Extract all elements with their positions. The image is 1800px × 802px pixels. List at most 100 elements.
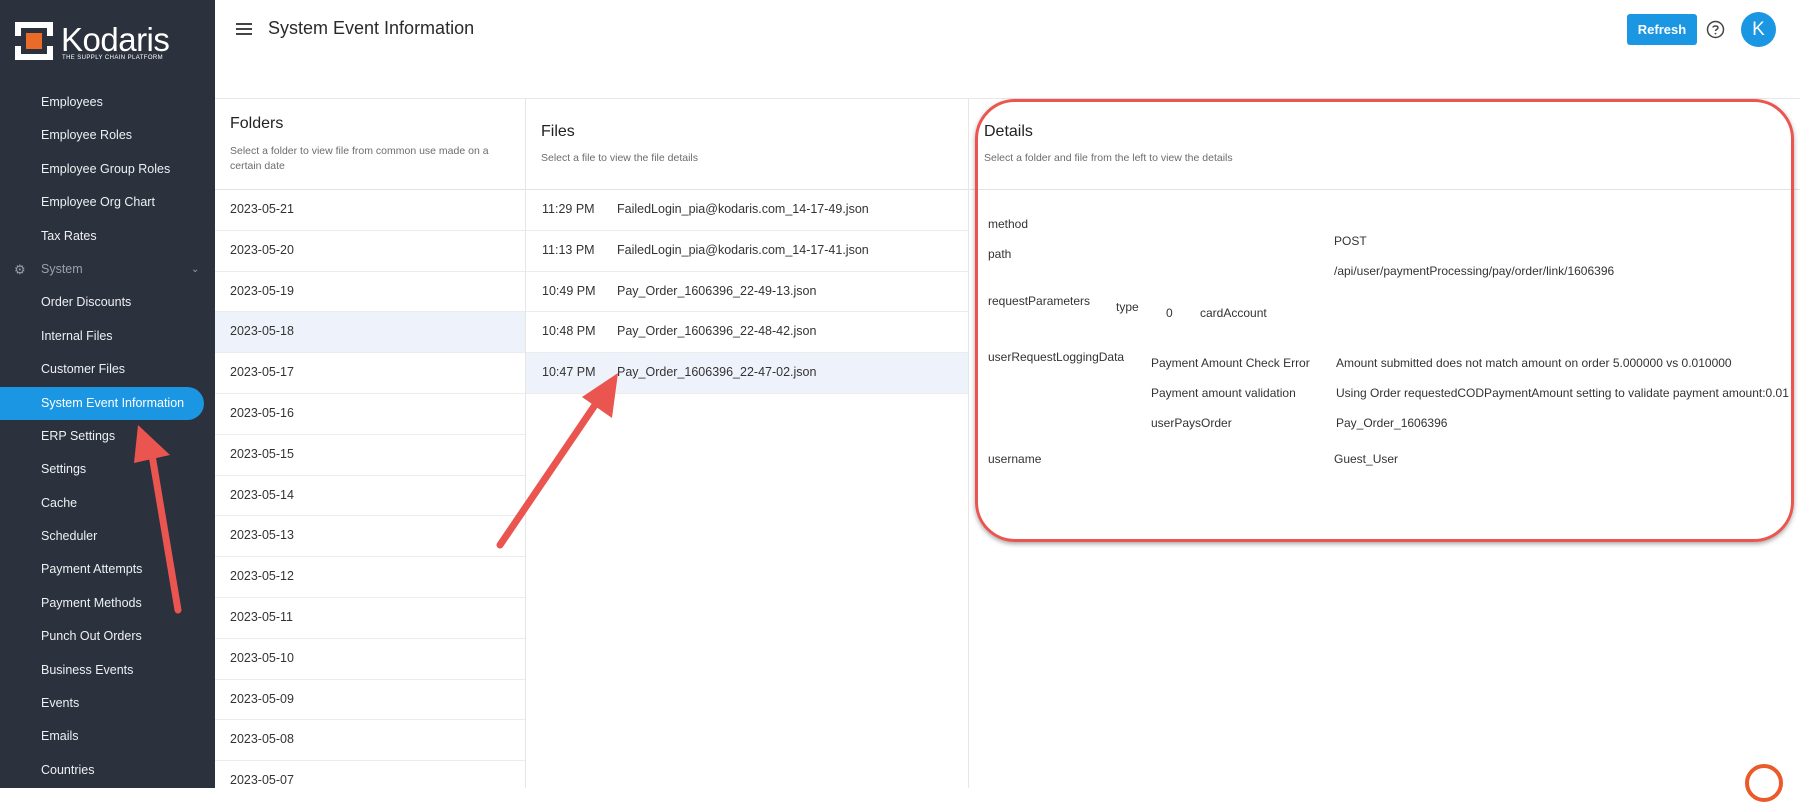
- folder-row[interactable]: 2023-05-07: [215, 761, 525, 788]
- refresh-button[interactable]: Refresh: [1627, 14, 1697, 45]
- sidebar-item-erp-settings[interactable]: ERP Settings: [0, 420, 215, 453]
- sidebar-item-cache[interactable]: Cache: [0, 487, 215, 520]
- chevron-down-icon[interactable]: ⌄: [191, 253, 199, 286]
- sidebar-item-internal-files[interactable]: Internal Files: [0, 320, 215, 353]
- files-subtitle: Select a file to view the file details: [541, 152, 698, 164]
- sidebar-item-label: Cache: [41, 495, 78, 510]
- folder-row[interactable]: 2023-05-20: [215, 231, 525, 272]
- file-time: 11:13 PM: [542, 242, 595, 257]
- sidebar-item-payment-methods[interactable]: Payment Methods: [0, 587, 215, 620]
- file-name: Pay_Order_1606396_22-49-13.json: [617, 283, 817, 298]
- folders-subtitle: Select a folder to view file from common…: [230, 145, 489, 172]
- sidebar-item-employee-group-roles[interactable]: Employee Group Roles: [0, 153, 215, 186]
- brand-name: Kodaris: [61, 21, 170, 58]
- sidebar: Kodaris THE SUPPLY CHAIN PLATFORM Employ…: [0, 0, 215, 788]
- sidebar-item-payment-attempts[interactable]: Payment Attempts: [0, 553, 215, 586]
- sidebar-item-scheduler[interactable]: Scheduler: [0, 520, 215, 553]
- folder-row[interactable]: 2023-05-21: [215, 190, 525, 231]
- sidebar-item-label: Employees: [41, 95, 103, 109]
- file-name: FailedLogin_pia@kodaris.com_14-17-41.jso…: [617, 242, 869, 257]
- folder-row[interactable]: 2023-05-16: [215, 394, 525, 435]
- folder-row[interactable]: 2023-05-09: [215, 680, 525, 721]
- folder-row[interactable]: 2023-05-18: [215, 312, 525, 354]
- sidebar-item-label: Employee Group Roles: [41, 161, 171, 176]
- sidebar-item-label: Internal Files: [41, 328, 113, 343]
- file-name: Pay_Order_1606396_22-47-02.json: [617, 365, 817, 380]
- folder-row[interactable]: 2023-05-15: [215, 435, 525, 476]
- details-panel: Details Select a folder and file from th…: [969, 99, 1800, 788]
- detail-logging-key-2: userPaysOrder: [1151, 416, 1232, 430]
- sidebar-item-emails[interactable]: Emails: [0, 720, 215, 753]
- files-panel: Files Select a file to view the file det…: [526, 99, 969, 788]
- help-icon[interactable]: [1706, 20, 1725, 39]
- sidebar-item-system-event-information[interactable]: System Event Information: [0, 386, 204, 420]
- sidebar-item-customer-files[interactable]: Customer Files: [0, 353, 215, 386]
- detail-value-method: POST: [1334, 234, 1367, 248]
- folder-row[interactable]: 2023-05-14: [215, 476, 525, 517]
- file-row[interactable]: 11:29 PM FailedLogin_pia@kodaris.com_14-1…: [526, 190, 968, 231]
- brand-tagline: THE SUPPLY CHAIN PLATFORM: [62, 55, 164, 61]
- file-name: Pay_Order_1606396_22-48-42.json: [617, 324, 817, 339]
- sidebar-item-label: System Event Information: [41, 395, 185, 410]
- folders-header: Folders Select a folder to view file fro…: [215, 99, 525, 190]
- sidebar-item-employee-roles[interactable]: Employee Roles: [0, 119, 215, 152]
- sidebar-item-label: Settings: [41, 462, 87, 477]
- file-row[interactable]: 10:47 PM Pay_Order_1606396_22-47-02.json: [526, 353, 968, 394]
- detail-key-path: path: [988, 247, 1012, 261]
- sidebar-item-label: System: [41, 261, 83, 276]
- folder-row[interactable]: 2023-05-11: [215, 598, 525, 639]
- sidebar-item-system[interactable]: ⚙ System ⌄: [0, 253, 215, 286]
- detail-value-type: cardAccount: [1200, 306, 1267, 320]
- top-bar: System Event Information Refresh K: [215, 0, 1800, 99]
- sidebar-item-label: ERP Settings: [41, 428, 116, 443]
- sidebar-item-label: Events: [41, 696, 80, 711]
- hamburger-menu-icon[interactable]: [233, 18, 255, 40]
- folder-row[interactable]: 2023-05-13: [215, 516, 525, 558]
- sidebar-item-order-discounts[interactable]: Order Discounts: [0, 286, 215, 319]
- sidebar-item-settings[interactable]: Settings: [0, 453, 215, 486]
- gear-icon: ⚙: [14, 261, 26, 277]
- files-header: Files Select a file to view the file det…: [526, 99, 968, 190]
- sidebar-item-label: Countries: [41, 762, 95, 777]
- sidebar-item-business-events[interactable]: Business Events: [0, 654, 215, 687]
- sidebar-item-employee-org-chart[interactable]: Employee Org Chart: [0, 186, 215, 219]
- chat-widget-icon[interactable]: [1745, 764, 1783, 802]
- detail-value-path: /api/user/paymentProcessing/pay/order/li…: [1334, 264, 1615, 278]
- sidebar-item-employees[interactable]: Employees: [0, 86, 215, 119]
- sidebar-item-punch-out-orders[interactable]: Punch Out Orders: [0, 620, 215, 653]
- sidebar-item-label: Tax Rates: [41, 228, 97, 243]
- file-row[interactable]: 11:13 PM FailedLogin_pia@kodaris.com_14-1…: [526, 231, 968, 272]
- file-row[interactable]: 10:49 PM Pay_Order_1606396_22-49-13.json: [526, 272, 968, 313]
- detail-logging-key-1: Payment amount validation: [1151, 386, 1296, 400]
- file-row[interactable]: 10:48 PM Pay_Order_1606396_22-48-42.json: [526, 312, 968, 354]
- folder-list: 2023-05-21 2023-05-20 2023-05-19 2023-05-18…: [215, 190, 525, 788]
- kodaris-logo[interactable]: Kodaris THE SUPPLY CHAIN PLATFORM: [15, 22, 195, 62]
- detail-value-username: Guest_User: [1334, 452, 1399, 466]
- sidebar-item-label: Scheduler: [41, 529, 98, 544]
- sidebar-item-label: Business Events: [41, 662, 134, 677]
- sidebar-item-tax-rates[interactable]: Tax Rates: [0, 220, 215, 253]
- details-subtitle: Select a folder and file from the left t…: [984, 152, 1233, 164]
- sidebar-item-events[interactable]: Events: [0, 687, 215, 720]
- user-avatar[interactable]: K: [1741, 12, 1776, 47]
- page-title: System Event Information: [268, 18, 475, 38]
- file-time: 10:49 PM: [542, 283, 596, 298]
- sidebar-item-label: Punch Out Orders: [41, 629, 142, 644]
- folder-row[interactable]: 2023-05-19: [215, 272, 525, 313]
- sidebar-item-label: Order Discounts: [41, 295, 132, 310]
- kodaris-logo-icon: [15, 22, 53, 60]
- sidebar-item-label: Emails: [41, 729, 79, 744]
- file-time: 11:29 PM: [542, 202, 595, 216]
- detail-key-method: method: [988, 217, 1029, 231]
- sidebar-item-countries[interactable]: Countries: [0, 754, 215, 787]
- folder-row[interactable]: 2023-05-12: [215, 557, 525, 598]
- folder-row[interactable]: 2023-05-08: [215, 720, 525, 762]
- folders-panel: Folders Select a folder to view file fro…: [215, 99, 526, 788]
- file-time: 10:48 PM: [542, 324, 596, 339]
- details-header: Details Select a folder and file from th…: [969, 99, 1800, 190]
- sidebar-item-label: Employee Roles: [41, 128, 133, 143]
- detail-key-username: username: [988, 452, 1042, 466]
- file-list: 11:29 PM FailedLogin_pia@kodaris.com_14-1…: [526, 190, 968, 394]
- folder-row[interactable]: 2023-05-10: [215, 639, 525, 680]
- folder-row[interactable]: 2023-05-17: [215, 353, 525, 394]
